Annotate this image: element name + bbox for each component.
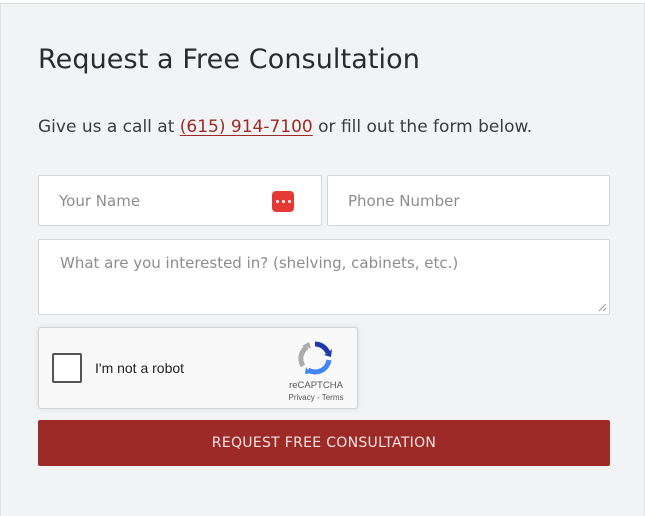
intro-text-before: Give us a call at — [38, 117, 180, 137]
recaptcha-label: I'm not a robot — [95, 360, 185, 376]
password-manager-icon[interactable] — [272, 191, 294, 212]
name-field-wrapper — [38, 175, 322, 226]
interest-textarea[interactable] — [39, 240, 609, 314]
recaptcha-brand: reCAPTCHA — [289, 380, 343, 391]
recaptcha-links-separator: - — [314, 393, 322, 402]
recaptcha-terms-link[interactable]: Terms — [322, 393, 344, 402]
phone-input[interactable] — [328, 176, 609, 225]
recaptcha-links: Privacy - Terms — [276, 393, 356, 402]
phone-field-wrapper — [327, 175, 610, 226]
submit-button[interactable]: REQUEST FREE CONSULTATION — [38, 420, 610, 466]
recaptcha-widget: I'm not a robot reCAPTCHA Privacy - Term… — [38, 327, 358, 409]
intro-text: Give us a call at (615) 914-7100 or fill… — [38, 117, 532, 137]
phone-link[interactable]: (615) 914-7100 — [180, 117, 313, 137]
form-title: Request a Free Consultation — [38, 44, 420, 75]
recaptcha-privacy-link[interactable]: Privacy — [289, 393, 315, 402]
recaptcha-logo-icon — [298, 341, 332, 375]
consultation-form-panel: Request a Free Consultation Give us a ca… — [0, 3, 645, 516]
recaptcha-checkbox[interactable] — [52, 353, 82, 383]
intro-text-after: or fill out the form below. — [312, 117, 533, 137]
interest-field-wrapper — [38, 239, 610, 315]
resize-grip-icon[interactable] — [598, 303, 607, 312]
